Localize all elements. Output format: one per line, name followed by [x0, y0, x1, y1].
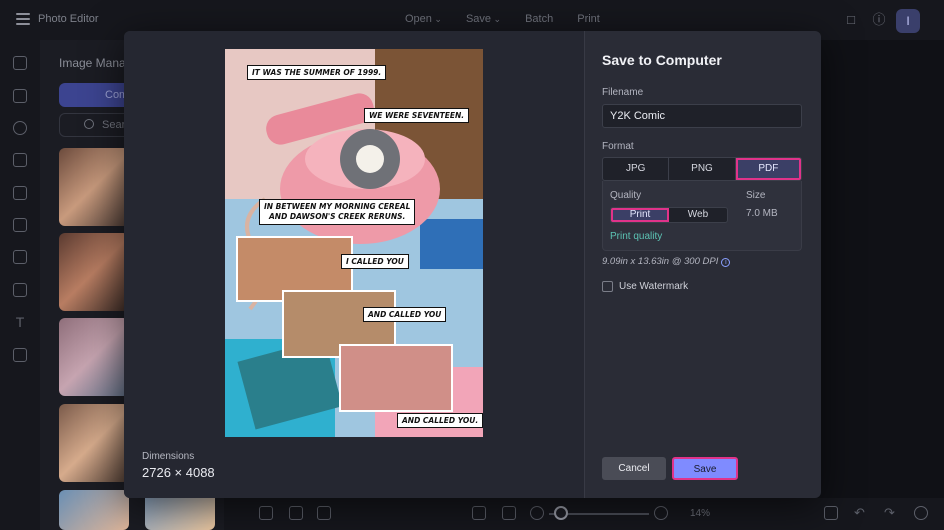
bottom-toolbar: 14% ↶ ↷: [224, 498, 944, 530]
help-icon[interactable]: ⓘ: [871, 12, 887, 28]
crop-icon[interactable]: [289, 506, 303, 520]
filename-input[interactable]: Y2K Comic: [602, 104, 802, 128]
dimensions-label: Dimensions: [142, 451, 195, 462]
print-menu[interactable]: Print: [577, 13, 600, 25]
divider: [584, 31, 585, 498]
format-selector: JPG PNG PDF: [602, 157, 802, 181]
save-menu[interactable]: Save: [466, 13, 501, 25]
rotate-icon[interactable]: [824, 506, 838, 520]
eye-tool-icon[interactable]: [13, 121, 27, 135]
save-dialog: IT WAS THE SUMMER OF 1999. WE WERE SEVEN…: [124, 31, 821, 498]
image-thumbnail[interactable]: [59, 490, 129, 530]
comic-caption: AND CALLED YOU.: [397, 413, 483, 428]
elements-tool-icon[interactable]: [13, 250, 27, 264]
info-icon[interactable]: i: [721, 258, 731, 267]
panel-title: Image Mana: [59, 56, 126, 70]
image-thumbnail[interactable]: [59, 404, 129, 482]
quality-selector: Print Web: [610, 207, 728, 223]
quality-web-option[interactable]: Web: [669, 208, 727, 222]
image-thumbnail[interactable]: [59, 318, 129, 396]
format-pdf-option[interactable]: PDF: [735, 158, 801, 180]
grid-icon[interactable]: [317, 506, 331, 520]
format-label: Format: [602, 141, 634, 152]
save-options: Save to Computer Filename Y2K Comic Form…: [602, 31, 812, 498]
app-title: Photo Editor: [38, 13, 99, 25]
history-icon[interactable]: [914, 506, 928, 520]
open-menu[interactable]: Open: [405, 13, 442, 25]
image-thumbnail[interactable]: [59, 233, 129, 311]
zoom-out-icon[interactable]: [530, 506, 544, 520]
format-jpg-option[interactable]: JPG: [603, 158, 670, 180]
undo-icon[interactable]: ↶: [854, 506, 868, 520]
comic-caption-multi: IN BETWEEN MY MORNING CEREAL AND DAWSON'…: [259, 199, 416, 225]
comic-caption: AND CALLED YOU: [363, 307, 447, 322]
resolution-value: 9.09in x 13.63in @ 300 DPI: [602, 256, 719, 267]
dimensions-value: 2726 × 4088: [142, 465, 215, 480]
paint-tool-icon[interactable]: [13, 186, 27, 200]
filename-label: Filename: [602, 87, 644, 98]
search-placeholder: Sear: [102, 119, 126, 131]
image-tool-icon[interactable]: [13, 56, 27, 70]
cancel-button[interactable]: Cancel: [602, 457, 666, 480]
zoom-in-icon[interactable]: [654, 506, 668, 520]
layers-tool-icon[interactable]: [13, 348, 27, 362]
chat-icon[interactable]: □: [843, 12, 859, 28]
size-value: 7.0 MB: [746, 208, 778, 219]
comic-caption: IN BETWEEN MY MORNING CEREAL: [264, 202, 411, 211]
image-thumbnail[interactable]: [59, 148, 129, 226]
redo-icon[interactable]: ↷: [884, 506, 898, 520]
quality-label: Quality: [610, 190, 642, 201]
fit-icon[interactable]: [472, 506, 486, 520]
top-menu: Open Save Batch Print: [405, 13, 600, 25]
quality-print-option[interactable]: Print: [611, 208, 669, 222]
comic-caption: I CALLED YOU: [341, 254, 409, 269]
adjust-tool-icon[interactable]: [13, 89, 27, 103]
size-label: Size: [746, 190, 766, 201]
expand-icon[interactable]: [502, 506, 516, 520]
watermark-row[interactable]: Use Watermark: [602, 281, 688, 292]
save-button[interactable]: Save: [672, 457, 738, 480]
search-icon: [84, 119, 94, 129]
resolution-text: 9.09in x 13.63in @ 300 DPI i: [602, 256, 731, 267]
preview-pane: IT WAS THE SUMMER OF 1999. WE WERE SEVEN…: [124, 31, 584, 498]
comic-preview-image: IT WAS THE SUMMER OF 1999. WE WERE SEVEN…: [225, 49, 483, 437]
frame-tool-icon[interactable]: [13, 218, 27, 232]
quality-section: Quality Print Web Size 7.0 MB Print qual…: [602, 181, 802, 251]
format-png-option[interactable]: PNG: [669, 158, 736, 180]
batch-menu[interactable]: Batch: [525, 13, 553, 25]
zoom-slider-knob[interactable]: [554, 506, 568, 520]
print-quality-link[interactable]: Print quality: [610, 231, 662, 242]
watermark-checkbox[interactable]: [602, 281, 613, 292]
comic-caption: AND DAWSON'S CREEK RERUNS.: [268, 212, 406, 221]
menu-icon[interactable]: [16, 13, 30, 25]
text-tool-icon[interactable]: T: [13, 315, 27, 329]
dialog-title: Save to Computer: [602, 52, 722, 68]
magic-tool-icon[interactable]: [13, 153, 27, 167]
collage-tool-icon[interactable]: [13, 283, 27, 297]
comic-caption: WE WERE SEVENTEEN.: [364, 108, 470, 123]
layers-icon[interactable]: [259, 506, 273, 520]
tool-sidebar: T: [0, 40, 40, 530]
comic-caption: IT WAS THE SUMMER OF 1999.: [247, 65, 387, 80]
watermark-label: Use Watermark: [619, 281, 689, 292]
zoom-value: 14%: [690, 508, 711, 519]
avatar[interactable]: I: [896, 9, 920, 33]
